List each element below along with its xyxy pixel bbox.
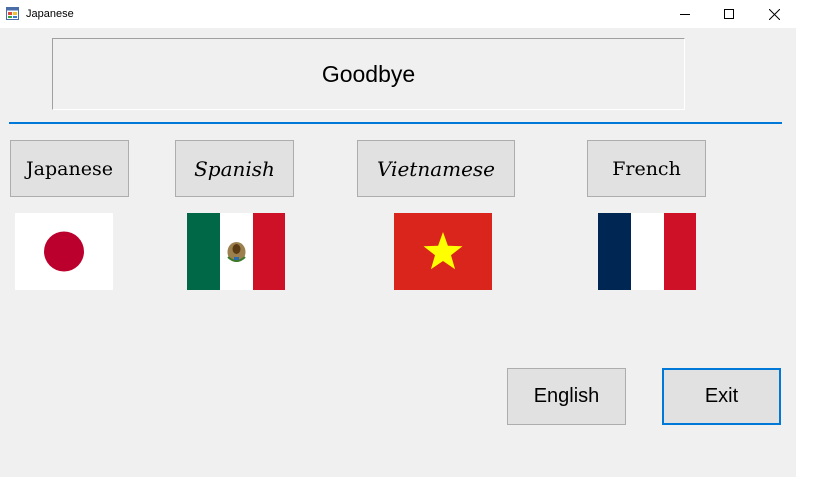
minimize-button[interactable] [662,0,708,28]
japan-flag [15,213,113,290]
form-client-area: Goodbye Japanese Spanish Vietnamese Fren… [0,28,796,477]
greeting-text: Goodbye [321,60,416,87]
french-button[interactable]: French [587,140,706,197]
minimize-icon [680,14,690,15]
vietnamese-button-label: Vietnamese [376,156,496,181]
japanese-button-label: Japanese [26,157,113,180]
mexico-coat-of-arms-icon [227,242,246,262]
window-title: Japanese [26,8,74,20]
close-icon [768,8,780,20]
mexico-flag [187,213,285,290]
spanish-button[interactable]: Spanish [175,140,294,197]
title-bar[interactable]: Japanese [0,0,819,28]
close-button[interactable] [751,0,797,28]
french-button-label: French [612,157,681,180]
maximize-icon [724,9,734,19]
greeting-display: Goodbye [52,38,685,110]
window-edge [796,28,819,477]
france-flag [598,213,696,290]
english-button-label: English [533,385,600,407]
vietnamese-button[interactable]: Vietnamese [357,140,515,197]
english-button[interactable]: English [507,368,626,425]
separator-line [9,122,782,124]
japanese-button[interactable]: Japanese [10,140,129,197]
spanish-button-label: Spanish [194,156,275,181]
exit-button-label: Exit [704,385,739,407]
exit-button[interactable]: Exit [662,368,781,425]
vietnam-flag [394,213,492,290]
app-window: Japanese Goodbye Japanese Spanish Vietna… [0,0,819,477]
maximize-button[interactable] [706,0,752,28]
windows-form-icon [6,7,19,20]
